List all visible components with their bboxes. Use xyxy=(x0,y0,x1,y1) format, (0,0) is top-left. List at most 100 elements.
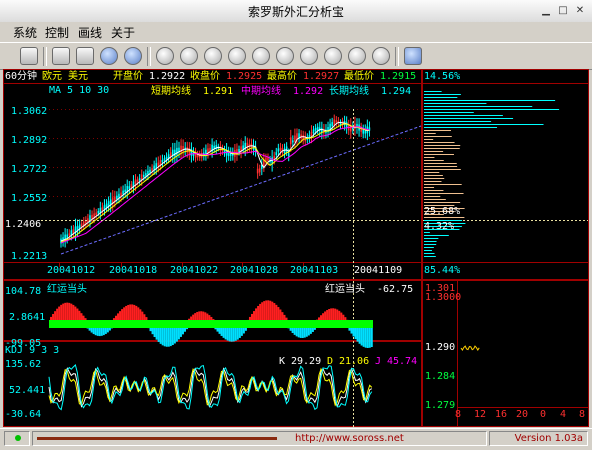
candle-body xyxy=(97,210,100,214)
toolbar-separator xyxy=(147,47,151,66)
kdj-k-value: 29.29 xyxy=(291,356,322,367)
mini-x-tick: 4 xyxy=(560,409,567,420)
minimize-button[interactable]: ▁ xyxy=(539,4,553,17)
menu-draw-line[interactable]: 画线 xyxy=(78,24,102,41)
candle-body xyxy=(128,186,131,189)
hongyun-right-label: 红运当头 xyxy=(325,284,365,295)
cursor-price-label: 1.2406 xyxy=(5,219,42,231)
candle-body xyxy=(314,127,317,131)
menu-bar: 系统 控制 画线 关于 xyxy=(0,22,592,41)
candle-body xyxy=(277,148,280,152)
menu-about[interactable]: 关于 xyxy=(111,24,135,41)
candle-body xyxy=(242,145,244,150)
circle-h-icon[interactable] xyxy=(324,47,342,65)
open-value: 1.2922 xyxy=(149,71,186,82)
currency-pair: 欧元 美元 xyxy=(42,71,89,82)
mini-tick: 1.284 xyxy=(425,371,456,382)
mini-x-tick: 8 xyxy=(455,409,462,420)
date-tick: 20041022 xyxy=(170,265,219,276)
website-url[interactable]: http://www.soross.net xyxy=(295,432,404,445)
profile-pct-1: 25.68% xyxy=(424,206,461,217)
candle-body xyxy=(138,178,141,181)
status-bar: http://www.soross.net Version 1.03a xyxy=(0,428,592,450)
candle-body xyxy=(145,173,147,176)
circle-a-icon[interactable] xyxy=(156,47,174,65)
profile-bottom-pct: 85.44% xyxy=(424,265,461,276)
circle-c-icon[interactable] xyxy=(204,47,222,65)
candle-body xyxy=(122,190,124,195)
candle-body xyxy=(163,158,166,161)
version-label: Version 1.03a xyxy=(514,433,583,444)
candle-body xyxy=(209,147,211,151)
price-tick: 1.2213 xyxy=(11,251,48,262)
price-tick: 1.3062 xyxy=(11,106,48,117)
date-tick: 20041103 xyxy=(290,265,339,276)
close-value: 1.2925 xyxy=(226,71,263,82)
hongyun-green-band xyxy=(49,320,373,328)
toolbar-separator xyxy=(395,47,399,66)
circle-f-icon[interactable] xyxy=(276,47,294,65)
kdj-j-label: J xyxy=(375,356,382,367)
price-panel-border xyxy=(3,69,422,280)
candle-body xyxy=(68,233,71,236)
chart-area[interactable]: 60分钟 欧元 美元 开盘价 1.2922 收盘价 1.2925 最高价 1.2… xyxy=(3,69,589,427)
candle-body xyxy=(312,129,315,134)
circle-i-icon[interactable] xyxy=(348,47,366,65)
circle-j-icon[interactable] xyxy=(372,47,390,65)
candle-body xyxy=(167,154,170,159)
candle-body xyxy=(267,157,269,162)
kdj-title: KDJ 9 3 3 xyxy=(5,345,60,356)
mini-tick: 1.3000 xyxy=(425,292,462,303)
price-tick: 1.2722 xyxy=(11,164,48,175)
kdj-lines xyxy=(48,364,373,411)
candle-body xyxy=(80,223,83,227)
candle-body xyxy=(149,169,151,173)
title-bar: 索罗斯外汇分析宝 ▁ □ ✕ xyxy=(0,0,592,23)
kdj-k-label: K xyxy=(279,356,286,367)
clock-icon[interactable] xyxy=(124,47,142,65)
price-tick: 1.2552 xyxy=(11,193,48,204)
hongyun-right-value: -62.75 xyxy=(377,284,414,295)
maximize-button[interactable]: □ xyxy=(556,4,570,17)
hongyun-title: 红运当头 xyxy=(47,284,87,295)
circle-g-icon[interactable] xyxy=(300,47,318,65)
close-button[interactable]: ✕ xyxy=(573,4,587,17)
hongyun-tick: 104.78 xyxy=(5,286,42,297)
candle-body xyxy=(362,129,365,134)
circle-b-icon[interactable] xyxy=(180,47,198,65)
short-ma-value: 1.291 xyxy=(203,86,234,97)
circle-d-icon[interactable] xyxy=(228,47,246,65)
circle-e-icon[interactable] xyxy=(252,47,270,65)
chart-canvas[interactable] xyxy=(3,69,589,427)
candle-body xyxy=(316,126,319,131)
kdj-d-label: D xyxy=(327,356,334,367)
toolbar xyxy=(0,42,592,70)
date-tick: 20041012 xyxy=(47,265,96,276)
mini-x-tick: 16 xyxy=(495,409,508,420)
version-cell: Version 1.03a xyxy=(489,431,588,446)
kdj-j-value: 45.74 xyxy=(387,356,418,367)
close-label: 收盘价 xyxy=(190,71,220,82)
high-value: 1.2927 xyxy=(303,71,340,82)
list-icon[interactable] xyxy=(52,47,70,65)
square-icon[interactable] xyxy=(404,47,422,65)
mini-x-tick: 20 xyxy=(516,409,529,420)
candle-body xyxy=(283,148,286,154)
candle-body xyxy=(335,120,338,123)
candle-body xyxy=(174,149,176,157)
candle-body xyxy=(331,122,333,127)
menu-control[interactable]: 控制 xyxy=(45,24,69,41)
mid-ma-value: 1.292 xyxy=(293,86,324,97)
ma-long-line xyxy=(60,126,370,244)
menu-system[interactable]: 系统 xyxy=(13,24,37,41)
cursor-date-label: 20041109 xyxy=(354,265,403,277)
progress-bar xyxy=(37,437,277,440)
chart-icon[interactable] xyxy=(76,47,94,65)
candle-body xyxy=(124,189,126,193)
globe-icon[interactable] xyxy=(100,47,118,65)
connect-icon[interactable] xyxy=(20,47,38,65)
kdj-d-line xyxy=(48,367,373,407)
candle-body xyxy=(66,234,69,238)
candle-body xyxy=(258,168,261,173)
candle-body xyxy=(116,195,118,200)
